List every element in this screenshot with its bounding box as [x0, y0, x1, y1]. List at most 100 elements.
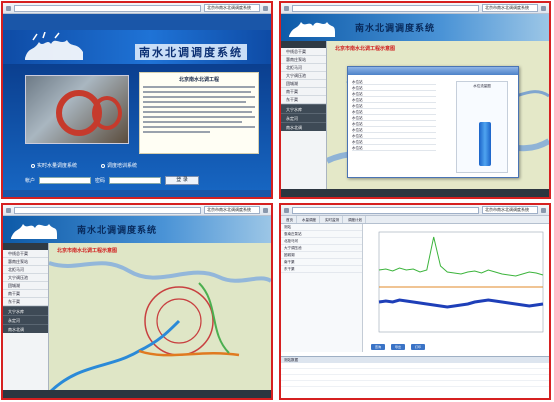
- query-button[interactable]: 查询: [371, 344, 385, 350]
- chart-buttons: 查询 导出 打印: [371, 344, 425, 350]
- sidebar-item[interactable]: 东干渠: [281, 96, 326, 104]
- radio-realtime[interactable]: 实时水量调度系统: [31, 162, 77, 169]
- table-row: [281, 381, 549, 387]
- app-title: 南水北调调度系统: [135, 44, 247, 60]
- browser-tab[interactable]: 北京市南水北调调度系统: [482, 206, 538, 214]
- address-bar[interactable]: [14, 4, 201, 12]
- map-view[interactable]: 北京市南水北调工程示意图: [49, 243, 271, 393]
- map-title: 北京市南水北调工程示意图: [335, 46, 396, 52]
- browser-chrome: 北京市南水北调调度系统: [3, 205, 271, 216]
- sidebar: 中线总干渠 惠南庄泵站 北拒马河 大宁调压池 团城湖 南干渠 东干渠 大宁水库 …: [281, 41, 327, 191]
- list-item[interactable]: 团城湖: [281, 252, 362, 259]
- sidebar-tile[interactable]: 南水北调: [3, 324, 48, 333]
- tab-plan[interactable]: 调度计划: [345, 216, 366, 223]
- browser-chrome: 北京市南水北调调度系统: [3, 3, 271, 14]
- address-bar[interactable]: [292, 4, 479, 12]
- gauge-label: 水位流量图: [473, 84, 491, 88]
- sidebar-tile[interactable]: 永定河: [281, 113, 326, 122]
- sidebar-item[interactable]: 南干渠: [281, 88, 326, 96]
- app-footer: [3, 390, 271, 398]
- list-item[interactable]: 大宁调压池: [281, 245, 362, 252]
- tab-dispatch[interactable]: 水量调度: [299, 216, 320, 223]
- browser-tab[interactable]: 北京市南水北调调度系统: [482, 4, 538, 12]
- login-hero: 南水北调调度系统: [3, 30, 271, 64]
- close-icon[interactable]: [263, 207, 268, 213]
- back-icon[interactable]: [284, 5, 289, 11]
- gauge-popup: 水位站 水位站 水位站 水位站 水位站 水位站 水位站 水位站 水位站 水位站 …: [347, 66, 519, 178]
- line-chart: [365, 224, 549, 344]
- address-bar[interactable]: [292, 206, 479, 214]
- username-input[interactable]: [39, 177, 92, 184]
- back-icon[interactable]: [6, 207, 11, 213]
- sidebar-item[interactable]: 团城湖: [281, 80, 326, 88]
- list-item[interactable]: 测站: [281, 224, 362, 231]
- beijing-logo-icon: [289, 22, 335, 37]
- close-icon[interactable]: [541, 207, 546, 213]
- station-table: 水位站 水位站 水位站 水位站 水位站 水位站 水位站 水位站 水位站 水位站 …: [352, 79, 436, 151]
- sidebar-item[interactable]: 北拒马河: [3, 266, 48, 274]
- sidebar-item[interactable]: 北拒马河: [281, 64, 326, 72]
- list-item[interactable]: 北拒马河: [281, 238, 362, 245]
- app-tabs: 首页 水量调度 实时监测 调度计划: [281, 216, 549, 224]
- data-table: 测站数据: [281, 356, 549, 398]
- chart-frame: [378, 231, 544, 333]
- map-title: 北京市南水北调工程示意图: [57, 248, 118, 254]
- sidebar-item[interactable]: 惠南庄泵站: [281, 56, 326, 64]
- close-icon[interactable]: [263, 5, 268, 11]
- pipeline-photo: [25, 75, 129, 144]
- login-button[interactable]: 登 录: [165, 176, 200, 185]
- chart-window: 北京市南水北调调度系统 首页 水量调度 实时监测 调度计划 测站 惠南庄泵站 北…: [279, 203, 551, 400]
- popup-header: [348, 67, 518, 75]
- tab-monitor[interactable]: 实时监测: [322, 216, 343, 223]
- close-icon[interactable]: [541, 5, 546, 11]
- system-radio-group: 实时水量调度系统 调度培训系统: [31, 162, 137, 169]
- sidebar-item[interactable]: 惠南庄泵站: [3, 258, 48, 266]
- status-bar: [3, 190, 271, 197]
- map-canvas: [49, 243, 271, 393]
- tab-home[interactable]: 首页: [283, 216, 297, 223]
- beijing-logo-icon: [25, 32, 83, 60]
- address-bar[interactable]: [14, 206, 201, 214]
- sidebar-header: [3, 243, 48, 250]
- dashboard-window: 北京市南水北调调度系统 南水北调调度系统 中线总干渠 惠南庄泵站 北拒马河 大宁…: [279, 1, 551, 199]
- password-input[interactable]: [109, 177, 162, 184]
- list-item[interactable]: 东干渠: [281, 266, 362, 273]
- list-item[interactable]: 惠南庄泵站: [281, 231, 362, 238]
- password-label: 密码: [95, 178, 106, 184]
- list-item[interactable]: 南干渠: [281, 259, 362, 266]
- login-banner-strip: [3, 14, 271, 30]
- sidebar-tile[interactable]: 南水北调: [281, 122, 326, 131]
- app-title: 南水北调调度系统: [355, 24, 436, 34]
- export-button[interactable]: 导出: [391, 344, 405, 350]
- sidebar-tile[interactable]: 永定河: [3, 315, 48, 324]
- sidebar-tile[interactable]: 大宁水库: [281, 104, 326, 113]
- gauge-bar: [479, 122, 491, 166]
- back-icon[interactable]: [6, 5, 11, 11]
- browser-chrome: 北京市南水北调调度系统: [281, 3, 549, 14]
- sidebar-header: [281, 41, 326, 48]
- sidebar-item[interactable]: 南干渠: [3, 290, 48, 298]
- sidebar-item[interactable]: 大宁调压池: [3, 274, 48, 282]
- radio-training[interactable]: 调度培训系统: [101, 162, 137, 169]
- sidebar-item[interactable]: 中线总干渠: [3, 250, 48, 258]
- chart-canvas: [378, 231, 544, 333]
- browser-chrome: 北京市南水北调调度系统: [281, 205, 549, 216]
- login-body: 北京南水北调工程 实时水量调度系统 调度培训系统 帐户 密码 登 录: [3, 64, 271, 192]
- app-header: 南水北调调度系统: [3, 216, 271, 243]
- browser-tab[interactable]: 北京市南水北调调度系统: [204, 4, 260, 12]
- app-title: 南水北调调度系统: [77, 226, 158, 236]
- app-header: 南水北调调度系统: [281, 14, 549, 41]
- sidebar-item[interactable]: 中线总干渠: [281, 48, 326, 56]
- sidebar-tile[interactable]: 大宁水库: [3, 306, 48, 315]
- intro-card-title: 北京南水北调工程: [178, 77, 219, 83]
- station-list: 测站 惠南庄泵站 北拒马河 大宁调压池 团城湖 南干渠 东干渠: [281, 224, 363, 352]
- sidebar-item[interactable]: 大宁调压池: [281, 72, 326, 80]
- sidebar-item[interactable]: 东干渠: [3, 298, 48, 306]
- print-button[interactable]: 打印: [411, 344, 425, 350]
- app-footer: [281, 189, 549, 197]
- table-row: 水位站: [352, 145, 436, 151]
- back-icon[interactable]: [284, 207, 289, 213]
- sidebar-item[interactable]: 团城湖: [3, 282, 48, 290]
- radio-dot-icon: [31, 163, 35, 168]
- browser-tab[interactable]: 北京市南水北调调度系统: [204, 206, 260, 214]
